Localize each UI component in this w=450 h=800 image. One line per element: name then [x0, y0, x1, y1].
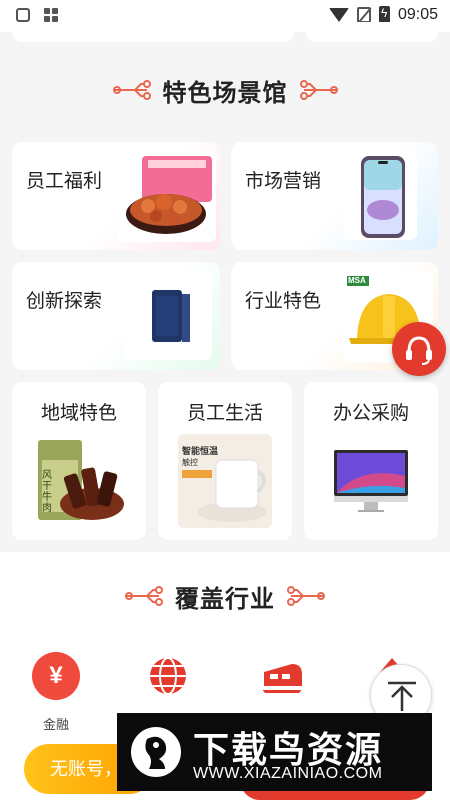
scene-card-label: 办公采购: [332, 403, 409, 424]
yuan-icon: ¥: [32, 652, 80, 700]
scene-card-label: 员工生活: [186, 403, 263, 424]
industry-label: 金融: [42, 717, 69, 732]
scene-card-label: 市场营销: [245, 171, 322, 192]
industry-item-globe[interactable]: [138, 652, 198, 705]
scene-card-employee-life[interactable]: 员工生活 智能恒温 触控: [158, 382, 292, 540]
previous-section-edge: [0, 22, 450, 44]
title-deco-right-icon: [299, 80, 338, 100]
scenes-title-text: 特色场景馆: [162, 79, 288, 107]
no-account-label: 无账号，: [50, 759, 122, 779]
train-icon: [262, 664, 302, 693]
scene-card-marketing[interactable]: 市场营销: [231, 142, 438, 250]
seafood-box-image: [118, 152, 216, 242]
globe-icon: [150, 657, 186, 695]
wifi-icon: [328, 8, 349, 22]
jerky-label-text: 风干牛肉: [42, 470, 52, 514]
title-deco-left-icon: [112, 80, 151, 100]
industry-item-finance[interactable]: ¥ 金融: [26, 652, 86, 733]
scene-card-regional-features[interactable]: 地域特色 风干牛肉: [12, 382, 146, 540]
headset-icon: [406, 336, 432, 365]
router-device-image: [124, 272, 212, 360]
app-grid-icon: [44, 8, 58, 22]
mug-text: 智能恒温: [182, 446, 219, 456]
imac-image: [330, 446, 412, 516]
industries-section-title: 覆盖行业: [0, 578, 450, 614]
scene-card-label: 地域特色: [40, 403, 117, 424]
scene-card-employee-benefits[interactable]: 员工福利: [12, 142, 220, 250]
scene-card-label: 行业特色: [245, 291, 322, 312]
industry-item-train[interactable]: [252, 652, 312, 705]
scene-card-innovation[interactable]: 创新探索: [12, 262, 220, 370]
title-deco-right-icon: [287, 586, 325, 606]
title-deco-left-icon: [125, 586, 163, 606]
shield-icon: [16, 8, 30, 22]
industries-title-text: 覆盖行业: [175, 585, 275, 613]
watermark-url: WWW.XIAZAINIAO.COM: [193, 765, 383, 782]
helmet-brand-text: MSA: [348, 276, 366, 285]
scene-card-label: 创新探索: [26, 291, 103, 312]
scene-card-label: 员工福利: [26, 171, 103, 192]
no-sim-icon: [356, 7, 371, 23]
phone-image: [343, 152, 417, 240]
watermark-banner: 下载鸟资源 WWW.XIAZAINIAO.COM: [117, 713, 432, 791]
scenes-section-title: 特色场景馆: [0, 72, 450, 108]
bird-logo-icon: [131, 727, 181, 777]
customer-service-button[interactable]: [392, 322, 446, 376]
scene-card-office-purchase[interactable]: 办公采购: [304, 382, 438, 540]
mug-subtext: 触控: [182, 458, 198, 467]
